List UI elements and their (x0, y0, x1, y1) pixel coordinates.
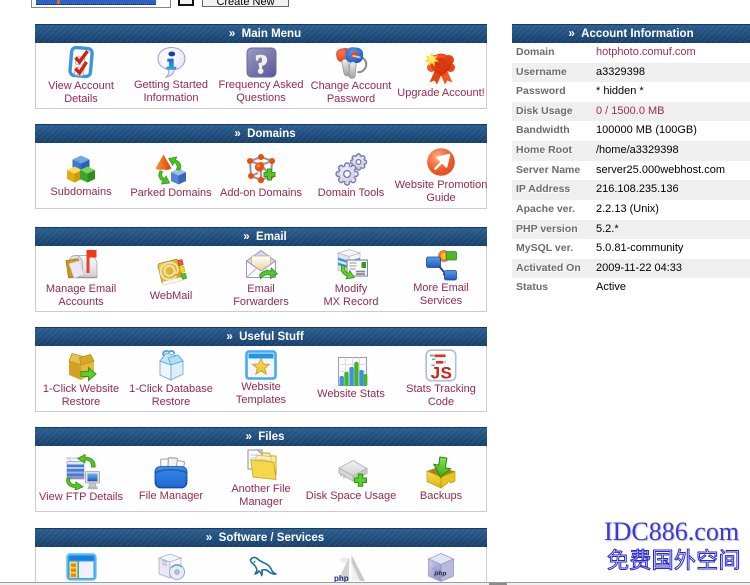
svg-text:JS: JS (431, 363, 453, 382)
svg-text:?: ? (255, 50, 268, 78)
svg-text:php: php (433, 570, 446, 578)
svg-text:php: php (334, 574, 349, 582)
